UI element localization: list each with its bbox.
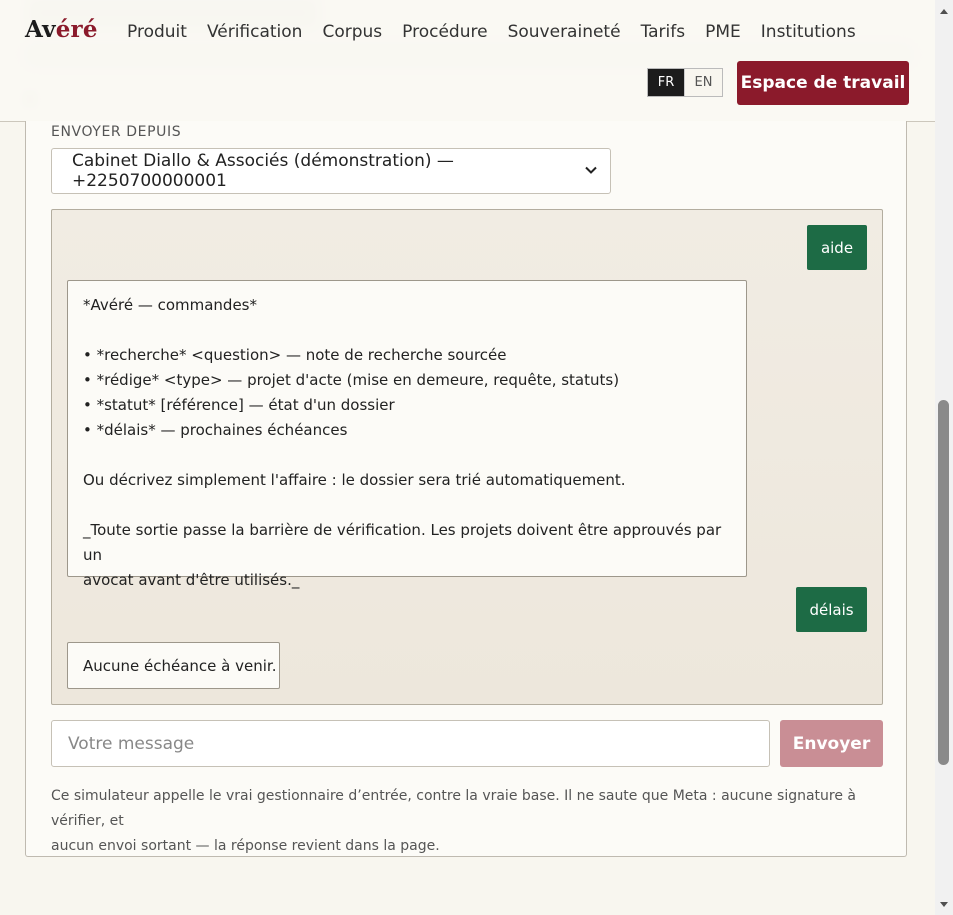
scrollbar-thumb[interactable] [938, 400, 949, 765]
send-button[interactable]: Envoyer [780, 720, 883, 767]
nav-item-verification[interactable]: Vérification [207, 22, 303, 42]
nav-item-corpus[interactable]: Corpus [322, 22, 382, 42]
workspace-button[interactable]: Espace de travail [737, 61, 909, 105]
nav-item-produit[interactable]: Produit [127, 22, 187, 42]
brand-name-start: Av [25, 16, 56, 43]
help-item: • *recherche* <question> — note de reche… [83, 346, 507, 364]
brand-logo[interactable]: Avéré [25, 16, 98, 43]
nav-item-procedure[interactable]: Procédure [402, 22, 487, 42]
scroll-up-arrow-icon[interactable] [938, 6, 950, 18]
lang-en-button[interactable]: EN [684, 69, 722, 96]
help-note-line2: avocat avant d'être utilisés._ [83, 571, 300, 589]
chevron-down-icon [585, 166, 597, 174]
lang-fr-button[interactable]: FR [648, 69, 684, 96]
brand-name-accent: éré [55, 16, 98, 43]
nav-item-pme[interactable]: PME [705, 22, 741, 42]
main-nav: Produit Vérification Corpus Procédure So… [127, 22, 876, 42]
sender-select[interactable]: Cabinet Diallo & Associés (démonstration… [51, 148, 611, 194]
help-title: *Avéré — commandes* [83, 296, 258, 314]
simulator-footnote: Ce simulateur appelle le vrai gestionnai… [51, 784, 891, 859]
help-hint: Ou décrivez simplement l'affaire : le do… [83, 471, 626, 489]
sender-label: ENVOYER DEPUIS [51, 124, 182, 140]
help-note-line1: _Toute sortie passe la barrière de vérif… [83, 521, 722, 564]
sent-command-bubble-delais: délais [796, 587, 867, 632]
top-navigation-bar: Avéré Produit Vérification Corpus Procéd… [0, 0, 935, 122]
sender-select-value: Cabinet Diallo & Associés (démonstration… [72, 151, 454, 191]
message-input[interactable]: Votre message [51, 720, 770, 767]
help-item: • *rédige* <type> — projet d'acte (mise … [83, 371, 620, 389]
help-item: • *statut* [référence] — état d'un dossi… [83, 396, 395, 414]
footnote-line: aucun envoi sortant — la réponse revient… [51, 838, 440, 854]
help-item: • *délais* — prochaines échéances [83, 421, 348, 439]
language-switcher: FR EN [647, 68, 723, 97]
scroll-down-arrow-icon[interactable] [938, 898, 950, 910]
help-reply-bubble: *Avéré — commandes* • *recherche* <quest… [67, 280, 747, 589]
chat-thread: aide *Avéré — commandes* • *recherche* <… [51, 209, 883, 705]
deadlines-reply-bubble: Aucune échéance à venir. [67, 642, 280, 689]
nav-item-institutions[interactable]: Institutions [761, 22, 856, 42]
footnote-line: Ce simulateur appelle le vrai gestionnai… [51, 788, 856, 829]
sent-command-bubble-aide: aide [807, 225, 867, 270]
nav-item-tarifs[interactable]: Tarifs [641, 22, 686, 42]
nav-item-souverainete[interactable]: Souveraineté [508, 22, 621, 42]
